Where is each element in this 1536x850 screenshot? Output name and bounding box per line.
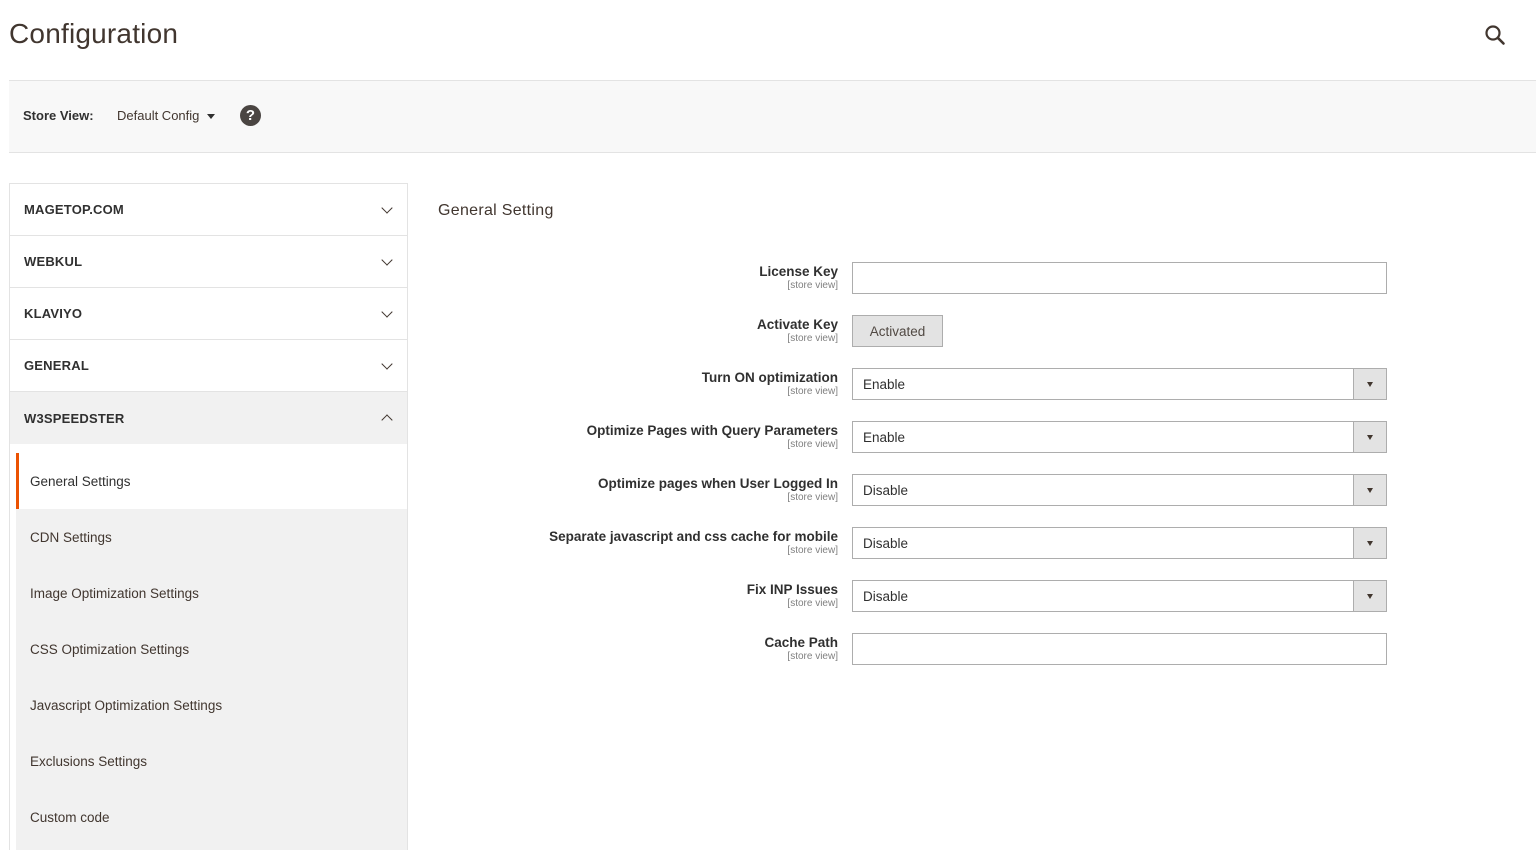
sidebar-item-general-settings[interactable]: General Settings bbox=[16, 453, 407, 509]
turn-on-optimization-select[interactable]: Enable bbox=[852, 368, 1387, 400]
field-label: Separate javascript and css cache for mo… bbox=[418, 529, 838, 556]
sidebar-item-label: Custom code bbox=[30, 809, 110, 825]
sidebar-section-general[interactable]: GENERAL bbox=[10, 340, 407, 392]
sidebar-item-label: General Settings bbox=[30, 473, 131, 489]
sidebar-item-label: CDN Settings bbox=[30, 529, 112, 545]
question-circle-icon[interactable]: ? bbox=[240, 105, 261, 126]
field-scope-text: [store view] bbox=[787, 386, 838, 397]
chevron-down-icon bbox=[381, 305, 393, 318]
chevron-down-icon bbox=[381, 253, 393, 266]
sidebar-section-label: WEBKUL bbox=[24, 254, 83, 269]
sidebar-section-webkul[interactable]: WEBKUL bbox=[10, 236, 407, 288]
select-arrow-box bbox=[1353, 581, 1386, 611]
sidebar-section-label: W3SPEEDSTER bbox=[24, 410, 125, 426]
w3speedster-sub-list: General Settings CDN Settings Image Opti… bbox=[16, 453, 407, 850]
field-label: Optimize pages when User Logged In [stor… bbox=[418, 476, 838, 503]
sidebar-item-image-optimization[interactable]: Image Optimization Settings bbox=[16, 565, 407, 621]
sidebar-item-cdn-settings[interactable]: CDN Settings bbox=[16, 509, 407, 565]
field-label: Cache Path [store view] bbox=[418, 635, 838, 662]
sidebar-item-javascript-optimization[interactable]: Javascript Optimization Settings bbox=[16, 677, 407, 733]
field-scope-text: [store view] bbox=[787, 545, 838, 556]
field-row-license-key: License Key [store view] bbox=[430, 262, 1390, 302]
caret-down-icon bbox=[1367, 381, 1373, 387]
field-scope-text: [store view] bbox=[787, 598, 838, 609]
field-row-fix-inp-issues: Fix INP Issues [store view] Disable bbox=[430, 580, 1390, 620]
section-title: General Setting bbox=[438, 202, 554, 219]
field-label-text: Turn ON optimization bbox=[701, 370, 838, 385]
select-arrow-box bbox=[1353, 528, 1386, 558]
chevron-down-icon bbox=[381, 201, 393, 214]
field-label-text: Separate javascript and css cache for mo… bbox=[549, 529, 838, 544]
sidebar-item-custom-code[interactable]: Custom code bbox=[16, 789, 407, 845]
field-row-separate-mobile-cache: Separate javascript and css cache for mo… bbox=[430, 527, 1390, 567]
store-view-bar: Store View: Default Config ? bbox=[9, 80, 1536, 153]
select-arrow-box bbox=[1353, 475, 1386, 505]
activate-key-button[interactable]: Activated bbox=[852, 315, 943, 347]
chevron-down-icon bbox=[381, 357, 393, 370]
cache-path-input[interactable] bbox=[852, 633, 1387, 665]
field-label-text: Activate Key bbox=[756, 317, 838, 332]
sidebar-item-exclusions-settings[interactable]: Exclusions Settings bbox=[16, 733, 407, 789]
select-value: Enable bbox=[863, 376, 906, 392]
sidebar-item-label: Javascript Optimization Settings bbox=[30, 697, 223, 713]
select-value: Disable bbox=[863, 482, 909, 498]
field-label-text: License Key bbox=[759, 264, 838, 279]
field-label: Optimize Pages with Query Parameters [st… bbox=[418, 423, 838, 450]
field-label-text: Fix INP Issues bbox=[746, 582, 838, 597]
field-label: License Key [store view] bbox=[418, 264, 838, 291]
separate-mobile-cache-select[interactable]: Disable bbox=[852, 527, 1387, 559]
select-value: Disable bbox=[863, 588, 909, 604]
field-scope-text: [store view] bbox=[787, 439, 838, 450]
field-row-optimize-logged-in: Optimize pages when User Logged In [stor… bbox=[430, 474, 1390, 514]
field-scope-text: [store view] bbox=[787, 333, 838, 344]
caret-down-icon bbox=[1367, 593, 1373, 599]
sidebar-section-magetop[interactable]: MAGETOP.COM bbox=[10, 184, 407, 236]
select-value: Enable bbox=[863, 429, 906, 445]
field-label: Turn ON optimization [store view] bbox=[418, 370, 838, 397]
sidebar-item-css-optimization[interactable]: CSS Optimization Settings bbox=[16, 621, 407, 677]
caret-down-icon bbox=[1367, 540, 1373, 546]
page-title: Configuration bbox=[9, 18, 179, 49]
config-sidebar: MAGETOP.COM WEBKUL KLAVIYO GENERAL W3SPE… bbox=[9, 183, 408, 850]
field-label-text: Optimize pages when User Logged In bbox=[597, 476, 838, 491]
chevron-up-icon bbox=[381, 414, 393, 426]
field-scope-text: [store view] bbox=[787, 280, 838, 291]
field-label: Fix INP Issues [store view] bbox=[418, 582, 838, 609]
sidebar-item-label: CSS Optimization Settings bbox=[30, 641, 190, 657]
sidebar-item-label: Exclusions Settings bbox=[30, 753, 148, 769]
select-arrow-box bbox=[1353, 369, 1386, 399]
sidebar-item-label: Image Optimization Settings bbox=[30, 585, 199, 601]
caret-down-icon bbox=[1367, 487, 1373, 493]
field-label-text: Cache Path bbox=[764, 635, 838, 650]
caret-down-icon bbox=[207, 114, 216, 119]
sidebar-section-label: GENERAL bbox=[24, 358, 89, 373]
store-view-selected: Default Config bbox=[117, 108, 200, 123]
store-view-dropdown[interactable]: Default Config bbox=[117, 108, 216, 123]
optimize-logged-in-select[interactable]: Disable bbox=[852, 474, 1387, 506]
field-scope-text: [store view] bbox=[787, 651, 838, 662]
select-arrow-box bbox=[1353, 422, 1386, 452]
select-value: Disable bbox=[863, 535, 909, 551]
store-view-label: Store View: bbox=[23, 108, 94, 123]
optimize-query-params-select[interactable]: Enable bbox=[852, 421, 1387, 453]
field-label-text: Optimize Pages with Query Parameters bbox=[586, 423, 838, 438]
license-key-input[interactable] bbox=[852, 262, 1387, 294]
sidebar-section-label: KLAVIYO bbox=[24, 306, 83, 321]
field-label: Activate Key [store view] bbox=[418, 317, 838, 344]
field-row-cache-path: Cache Path [store view] bbox=[430, 633, 1390, 673]
field-scope-text: [store view] bbox=[787, 492, 838, 503]
field-row-activate-key: Activate Key [store view] Activated bbox=[430, 315, 1390, 355]
caret-down-icon bbox=[1367, 434, 1373, 440]
search-icon[interactable] bbox=[1480, 20, 1510, 50]
sidebar-section-klaviyo[interactable]: KLAVIYO bbox=[10, 288, 407, 340]
sidebar-section-label: MAGETOP.COM bbox=[24, 202, 124, 217]
field-row-turn-on-optimization: Turn ON optimization [store view] Enable bbox=[430, 368, 1390, 408]
fix-inp-issues-select[interactable]: Disable bbox=[852, 580, 1387, 612]
field-row-optimize-query-params: Optimize Pages with Query Parameters [st… bbox=[430, 421, 1390, 461]
sidebar-section-w3speedster[interactable]: W3SPEEDSTER bbox=[10, 392, 407, 444]
